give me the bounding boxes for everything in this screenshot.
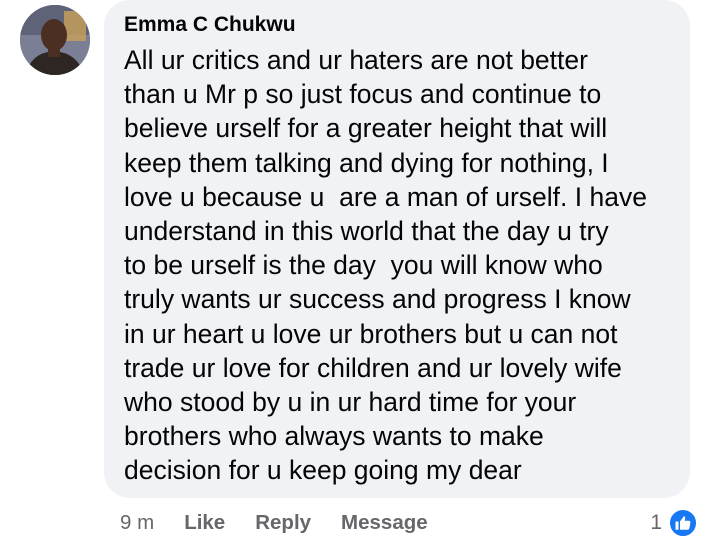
comment-actions: 9 m Like Reply Message — [120, 508, 458, 538]
reaction-count: 1 — [650, 511, 662, 534]
like-button[interactable]: Like — [184, 511, 225, 535]
comment-text: All ur critics and ur haters are not bet… — [124, 43, 670, 488]
avatar-image — [20, 5, 90, 75]
reaction-summary[interactable]: 1 — [650, 507, 698, 539]
comment-line: in ur heart u love ur brothers but u can… — [124, 318, 618, 349]
avatar[interactable] — [20, 5, 90, 75]
comment-timestamp[interactable]: 9 m — [120, 511, 154, 535]
comment-author[interactable]: Emma C Chukwu — [124, 10, 670, 40]
comment-line: understand in this world that the day u … — [124, 216, 609, 247]
comment-line: brothers who always wants to make — [124, 421, 544, 452]
comment-line: believe urself for a greater height that… — [124, 113, 608, 144]
comment-line: to be urself is the day you will know wh… — [124, 250, 603, 281]
comment-line: trade ur love for children and ur lovely… — [124, 352, 622, 383]
reply-button[interactable]: Reply — [255, 511, 311, 535]
comment-line: All ur critics and ur haters are not bet… — [124, 45, 588, 75]
comment-line: keep them talking and dying for nothing,… — [124, 147, 609, 178]
comment-bubble: Emma C Chukwu All ur critics and ur hate… — [104, 0, 690, 498]
message-button[interactable]: Message — [341, 511, 428, 535]
like-icon — [668, 508, 698, 538]
comment-line: love u because u are a man of urself. I … — [124, 181, 647, 212]
comment-line: who stood by u in ur hard time for your — [124, 387, 577, 418]
comment-line: truly wants ur success and progress I kn… — [124, 284, 631, 315]
comment-line: decision for u keep going my dear — [124, 455, 522, 486]
comment-container: Emma C Chukwu All ur critics and ur hate… — [0, 0, 720, 552]
comment-line: than u Mr p so just focus and continue t… — [124, 79, 602, 110]
